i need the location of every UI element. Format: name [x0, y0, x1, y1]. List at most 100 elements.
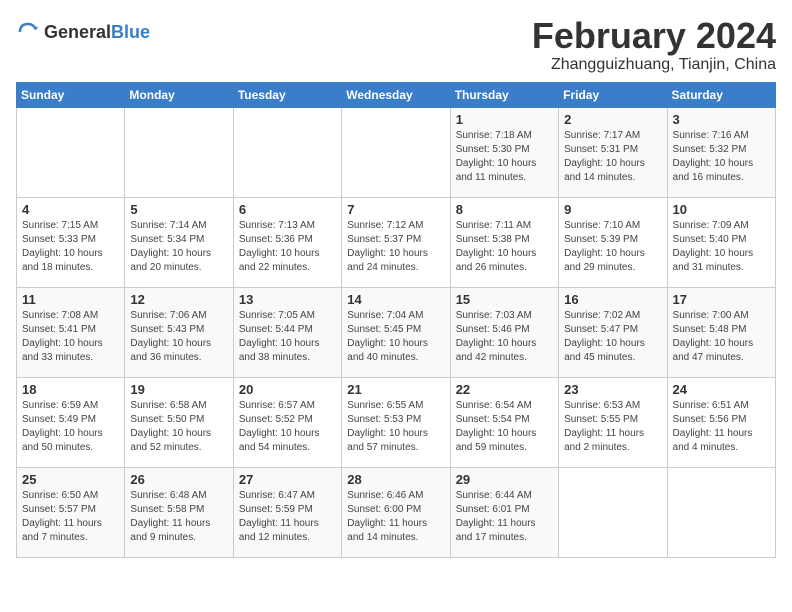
- table-row: 22 Sunrise: 6:54 AM Sunset: 5:54 PM Dayli…: [450, 377, 558, 467]
- day-number: 4: [22, 202, 119, 217]
- day-number: 10: [673, 202, 770, 217]
- day-info: Sunrise: 7:08 AM Sunset: 5:41 PM Dayligh…: [22, 309, 119, 365]
- day-number: 18: [22, 382, 119, 397]
- day-info: Sunrise: 7:17 AM Sunset: 5:31 PM Dayligh…: [564, 129, 661, 185]
- day-number: 14: [347, 292, 444, 307]
- day-info: Sunrise: 6:59 AM Sunset: 5:49 PM Dayligh…: [22, 399, 119, 455]
- day-info: Sunrise: 7:09 AM Sunset: 5:40 PM Dayligh…: [673, 219, 770, 275]
- table-row: 1Sunrise: 7:18 AM Sunset: 5:30 PM Daylig…: [450, 107, 558, 197]
- day-number: 5: [130, 202, 227, 217]
- table-row: 14Sunrise: 7:04 AM Sunset: 5:45 PM Dayli…: [342, 287, 450, 377]
- table-row: 4 Sunrise: 7:15 AM Sunset: 5:33 PM Daylig…: [17, 197, 125, 287]
- table-row: 7Sunrise: 7:12 AM Sunset: 5:37 PM Daylig…: [342, 197, 450, 287]
- table-row: 27 Sunrise: 6:47 AM Sunset: 5:59 PM Dayli…: [233, 467, 341, 557]
- day-number: 29: [456, 472, 553, 487]
- col-header-thursday: Thursday: [450, 82, 558, 107]
- day-info: Sunrise: 6:58 AM Sunset: 5:50 PM Dayligh…: [130, 399, 227, 455]
- table-row: 24 Sunrise: 6:51 AM Sunset: 5:56 PM Dayli…: [667, 377, 775, 467]
- day-info: Sunrise: 6:50 AM Sunset: 5:57 PM Dayligh…: [22, 489, 119, 545]
- day-info: Sunrise: 7:18 AM Sunset: 5:30 PM Dayligh…: [456, 129, 553, 185]
- table-row: 6 Sunrise: 7:13 AM Sunset: 5:36 PM Daylig…: [233, 197, 341, 287]
- day-info: Sunrise: 6:47 AM Sunset: 5:59 PM Dayligh…: [239, 489, 336, 545]
- table-row: 9 Sunrise: 7:10 AM Sunset: 5:39 PM Daylig…: [559, 197, 667, 287]
- day-info: Sunrise: 6:54 AM Sunset: 5:54 PM Dayligh…: [456, 399, 553, 455]
- day-info: Sunrise: 7:00 AM Sunset: 5:48 PM Dayligh…: [673, 309, 770, 365]
- col-header-friday: Friday: [559, 82, 667, 107]
- col-header-wednesday: Wednesday: [342, 82, 450, 107]
- logo-general: General: [44, 22, 111, 42]
- table-row: 13 Sunrise: 7:05 AM Sunset: 5:44 PM Dayli…: [233, 287, 341, 377]
- table-row: [667, 467, 775, 557]
- table-row: 17 Sunrise: 7:00 AM Sunset: 5:48 PM Dayli…: [667, 287, 775, 377]
- table-row: [125, 107, 233, 197]
- day-number: 2: [564, 112, 661, 127]
- day-info: Sunrise: 7:14 AM Sunset: 5:34 PM Dayligh…: [130, 219, 227, 275]
- table-row: [342, 107, 450, 197]
- table-row: 18 Sunrise: 6:59 AM Sunset: 5:49 PM Dayli…: [17, 377, 125, 467]
- day-number: 7: [347, 202, 444, 217]
- day-number: 3: [673, 112, 770, 127]
- col-header-tuesday: Tuesday: [233, 82, 341, 107]
- table-row: 8 Sunrise: 7:11 AM Sunset: 5:38 PM Daylig…: [450, 197, 558, 287]
- day-info: Sunrise: 7:05 AM Sunset: 5:44 PM Dayligh…: [239, 309, 336, 365]
- day-info: Sunrise: 6:53 AM Sunset: 5:55 PM Dayligh…: [564, 399, 661, 455]
- table-row: 29Sunrise: 6:44 AM Sunset: 6:01 PM Dayli…: [450, 467, 558, 557]
- day-number: 21: [347, 382, 444, 397]
- day-number: 26: [130, 472, 227, 487]
- day-info: Sunrise: 6:51 AM Sunset: 5:56 PM Dayligh…: [673, 399, 770, 455]
- table-row: 5 Sunrise: 7:14 AM Sunset: 5:34 PM Daylig…: [125, 197, 233, 287]
- day-number: 16: [564, 292, 661, 307]
- day-number: 23: [564, 382, 661, 397]
- table-row: [559, 467, 667, 557]
- logo-icon: [16, 20, 40, 44]
- day-number: 20: [239, 382, 336, 397]
- month-title: February 2024: [532, 16, 776, 56]
- table-row: 11 Sunrise: 7:08 AM Sunset: 5:41 PM Dayli…: [17, 287, 125, 377]
- day-number: 22: [456, 382, 553, 397]
- day-info: Sunrise: 6:55 AM Sunset: 5:53 PM Dayligh…: [347, 399, 444, 455]
- table-row: 15Sunrise: 7:03 AM Sunset: 5:46 PM Dayli…: [450, 287, 558, 377]
- day-number: 24: [673, 382, 770, 397]
- col-header-monday: Monday: [125, 82, 233, 107]
- table-row: 19 Sunrise: 6:58 AM Sunset: 5:50 PM Dayli…: [125, 377, 233, 467]
- table-row: [17, 107, 125, 197]
- day-info: Sunrise: 7:03 AM Sunset: 5:46 PM Dayligh…: [456, 309, 553, 365]
- day-number: 28: [347, 472, 444, 487]
- table-row: 20Sunrise: 6:57 AM Sunset: 5:52 PM Dayli…: [233, 377, 341, 467]
- table-row: 3 Sunrise: 7:16 AM Sunset: 5:32 PM Daylig…: [667, 107, 775, 197]
- day-info: Sunrise: 7:11 AM Sunset: 5:38 PM Dayligh…: [456, 219, 553, 275]
- col-header-saturday: Saturday: [667, 82, 775, 107]
- day-number: 13: [239, 292, 336, 307]
- day-number: 8: [456, 202, 553, 217]
- table-row: 23 Sunrise: 6:53 AM Sunset: 5:55 PM Dayli…: [559, 377, 667, 467]
- table-row: [233, 107, 341, 197]
- title-block: February 2024 Zhangguizhuang, Tianjin, C…: [532, 16, 776, 74]
- day-info: Sunrise: 7:16 AM Sunset: 5:32 PM Dayligh…: [673, 129, 770, 185]
- day-info: Sunrise: 7:06 AM Sunset: 5:43 PM Dayligh…: [130, 309, 227, 365]
- day-number: 17: [673, 292, 770, 307]
- day-number: 25: [22, 472, 119, 487]
- col-header-sunday: Sunday: [17, 82, 125, 107]
- calendar-table: SundayMondayTuesdayWednesdayThursdayFrid…: [16, 82, 776, 558]
- day-info: Sunrise: 7:15 AM Sunset: 5:33 PM Dayligh…: [22, 219, 119, 275]
- day-info: Sunrise: 7:02 AM Sunset: 5:47 PM Dayligh…: [564, 309, 661, 365]
- day-number: 9: [564, 202, 661, 217]
- table-row: 16 Sunrise: 7:02 AM Sunset: 5:47 PM Dayli…: [559, 287, 667, 377]
- day-info: Sunrise: 6:48 AM Sunset: 5:58 PM Dayligh…: [130, 489, 227, 545]
- table-row: 26 Sunrise: 6:48 AM Sunset: 5:58 PM Dayli…: [125, 467, 233, 557]
- table-row: 12 Sunrise: 7:06 AM Sunset: 5:43 PM Dayli…: [125, 287, 233, 377]
- table-row: 28Sunrise: 6:46 AM Sunset: 6:00 PM Dayli…: [342, 467, 450, 557]
- day-number: 12: [130, 292, 227, 307]
- table-row: 10 Sunrise: 7:09 AM Sunset: 5:40 PM Dayli…: [667, 197, 775, 287]
- day-number: 11: [22, 292, 119, 307]
- location-title: Zhangguizhuang, Tianjin, China: [532, 56, 776, 74]
- table-row: 25 Sunrise: 6:50 AM Sunset: 5:57 PM Dayli…: [17, 467, 125, 557]
- page-header: GeneralBlue February 2024 Zhangguizhuang…: [16, 16, 776, 74]
- logo-blue: Blue: [111, 22, 150, 42]
- day-number: 27: [239, 472, 336, 487]
- day-number: 6: [239, 202, 336, 217]
- day-number: 19: [130, 382, 227, 397]
- day-info: Sunrise: 7:10 AM Sunset: 5:39 PM Dayligh…: [564, 219, 661, 275]
- day-info: Sunrise: 7:13 AM Sunset: 5:36 PM Dayligh…: [239, 219, 336, 275]
- table-row: 2 Sunrise: 7:17 AM Sunset: 5:31 PM Daylig…: [559, 107, 667, 197]
